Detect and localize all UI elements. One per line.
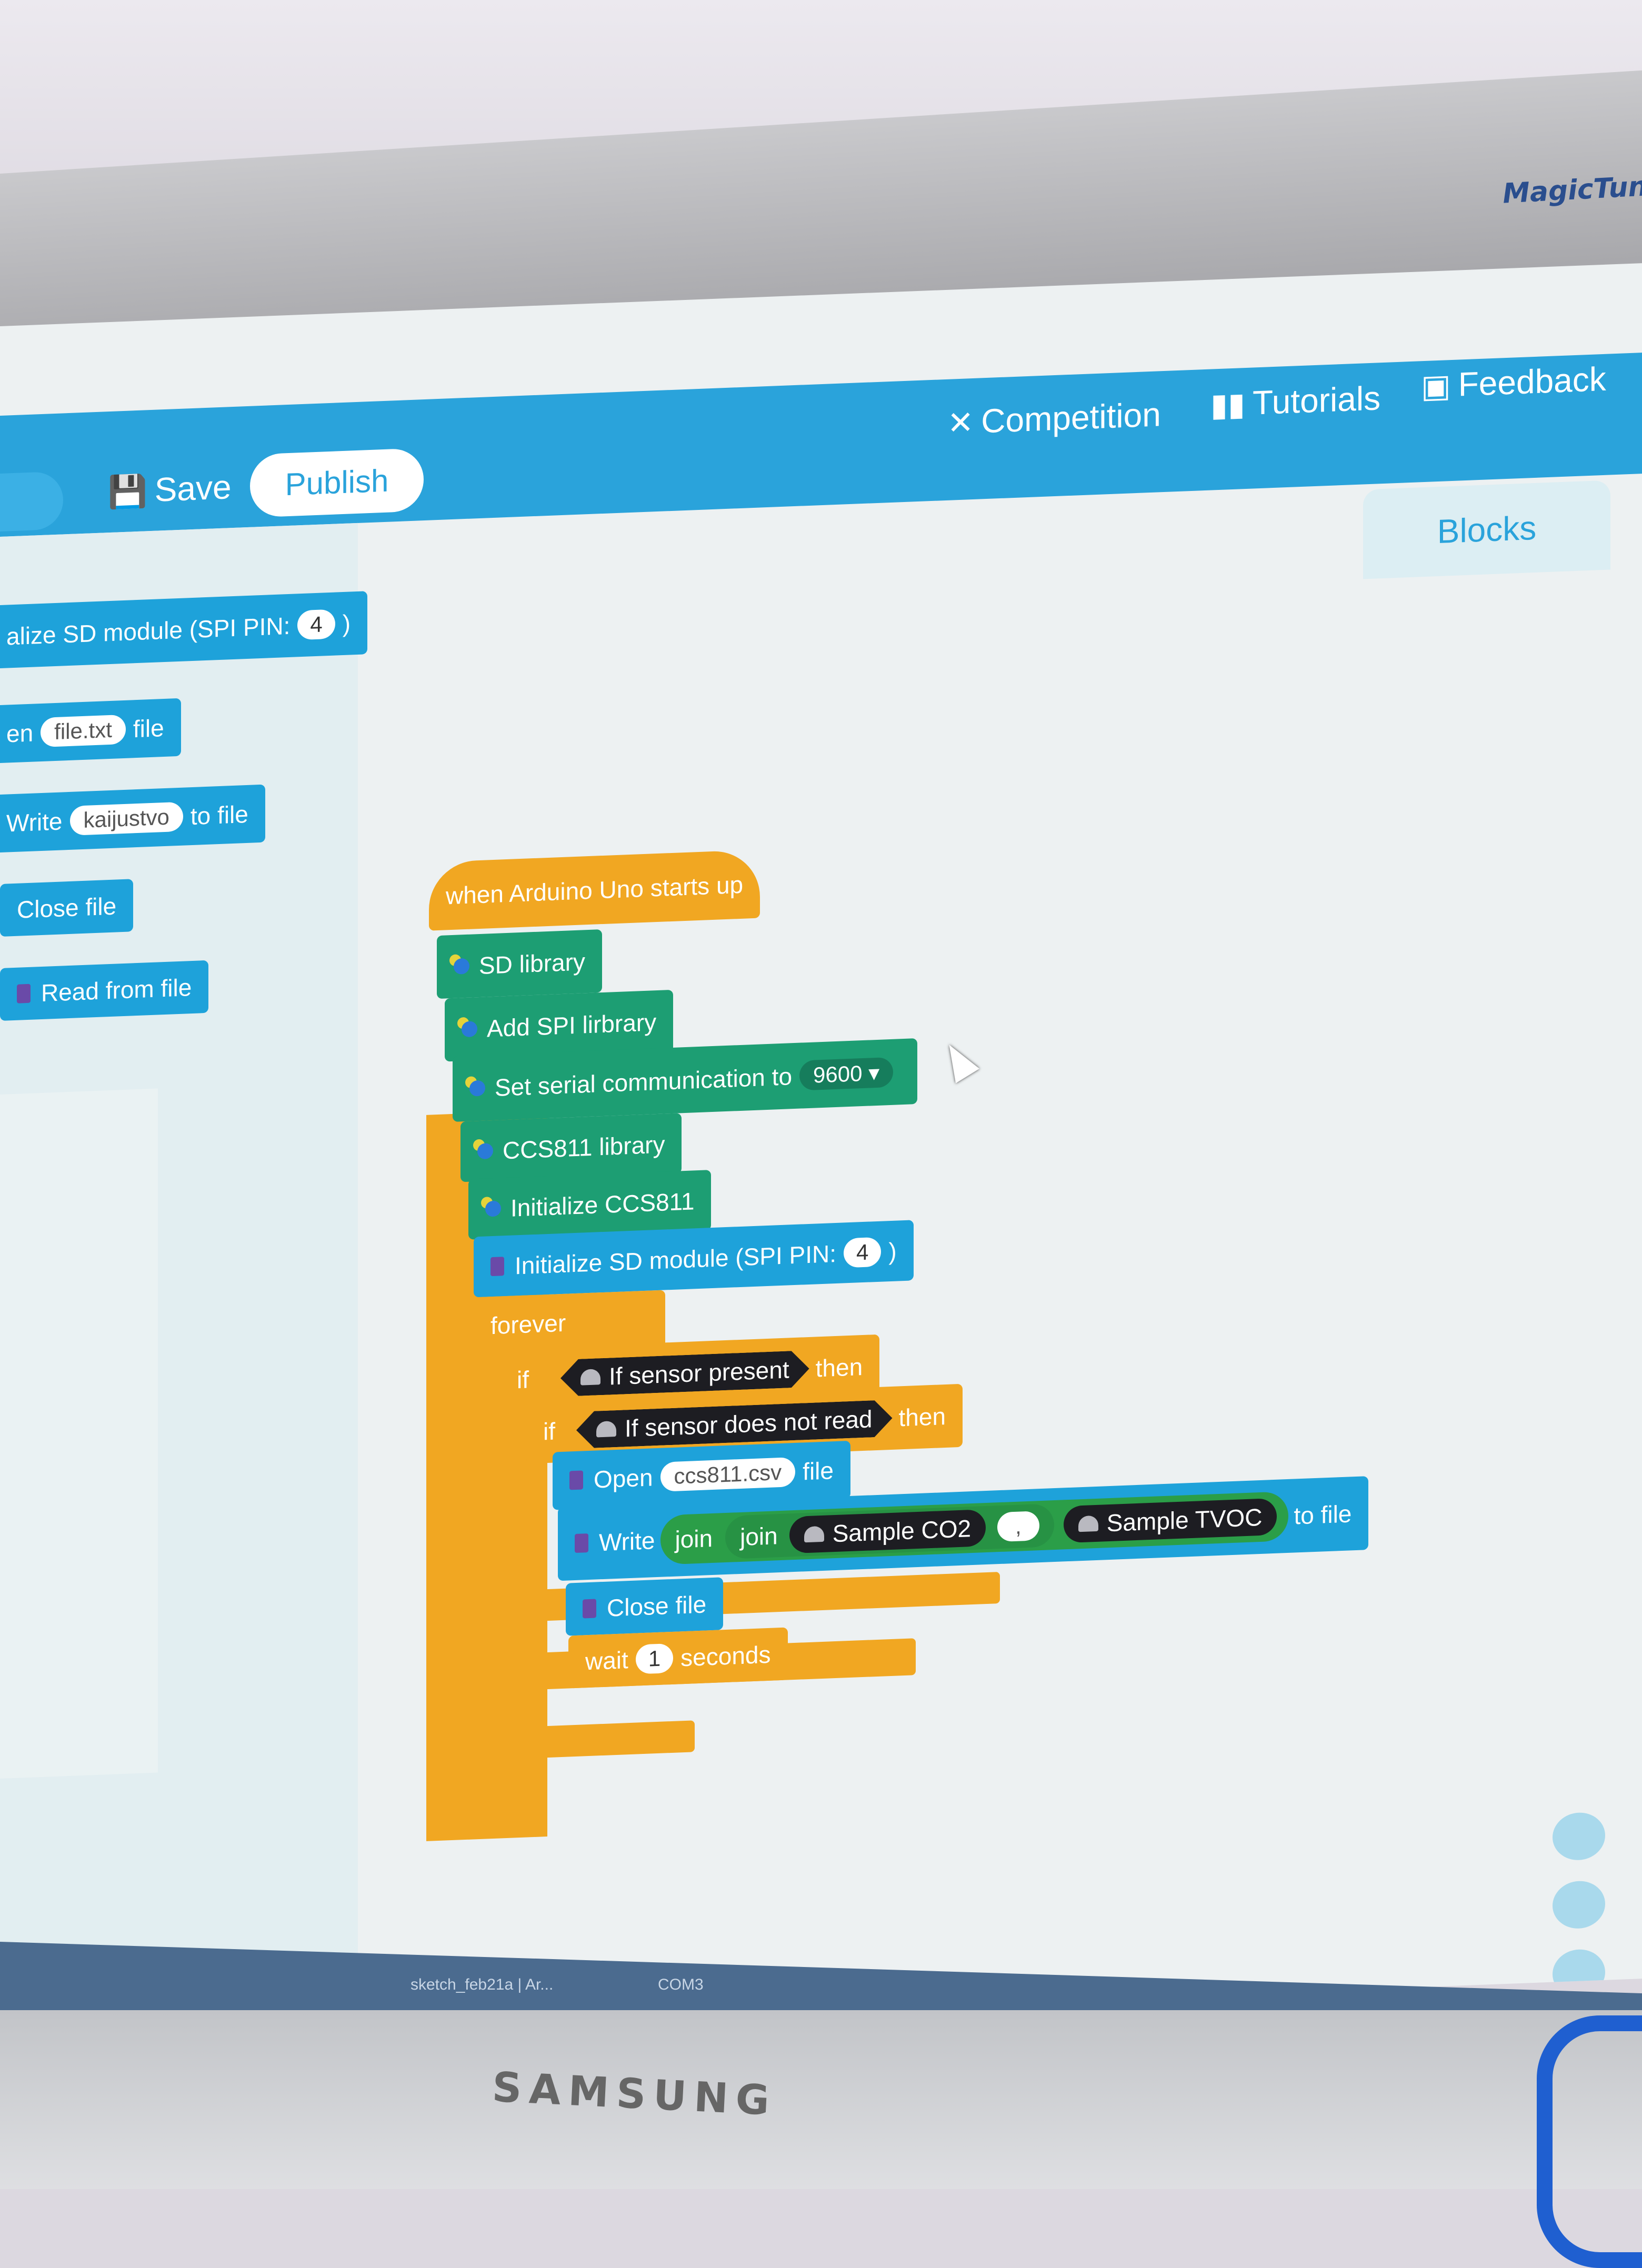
palette-write-file-block[interactable]: Write kaijustvo to file (0, 784, 265, 853)
sensor-icon (804, 1526, 824, 1543)
sd-card-icon (17, 984, 31, 1003)
gear-icon (462, 1021, 477, 1038)
when-starts-hat-block[interactable]: when Arduino Uno starts up (429, 849, 760, 931)
sensor-present-condition[interactable]: If sensor present (560, 1350, 809, 1397)
spi-pin-input[interactable]: 4 (844, 1237, 882, 1268)
palette-read-file-block[interactable]: Read from file (0, 960, 209, 1021)
separator-input[interactable]: , (997, 1511, 1039, 1542)
chat-bubble-icon: ▣ (1421, 368, 1451, 405)
taskbar-item-arduino[interactable]: sketch_feb21a | Ar... (410, 1976, 553, 1994)
sd-card-icon (575, 1533, 588, 1553)
palette-close-file-block[interactable]: Close file (0, 879, 134, 937)
sensor-icon (596, 1421, 616, 1437)
sd-library-block[interactable]: SD library (437, 929, 602, 999)
sensor-icon (1078, 1515, 1098, 1532)
baud-rate-dropdown[interactable]: 9600 ▾ (799, 1057, 894, 1091)
close-file-block[interactable]: Close file (566, 1577, 724, 1636)
competition-button[interactable]: ✕ Competition (947, 395, 1161, 442)
book-icon: ▮▮ (1210, 386, 1246, 423)
publish-button[interactable]: Publish (250, 448, 424, 518)
sd-card-icon (569, 1470, 583, 1490)
forever-end (526, 1720, 695, 1759)
save-button[interactable]: 💾 Save (108, 467, 232, 511)
zoom-in-icon[interactable] (1553, 1811, 1605, 1861)
gear-icon (454, 958, 469, 975)
mouse-cursor-icon (937, 1037, 980, 1083)
filename-input[interactable]: ccs811.csv (660, 1457, 796, 1492)
screen: 💾 Save Publish ✕ Competition ▮▮ Tutorials ▣… (0, 263, 1642, 2042)
gear-icon (469, 1080, 485, 1097)
category-list (0, 1088, 158, 1779)
competition-icon: ✕ (947, 404, 974, 441)
sample-co2-block[interactable]: Sample CO2 (789, 1509, 986, 1554)
sd-card-icon (583, 1599, 596, 1619)
usb-cable (1537, 2015, 1642, 2268)
taskbar-item-com3[interactable]: COM3 (658, 1976, 704, 1994)
floppy-disk-icon: 💾 (108, 473, 147, 510)
wait-block[interactable]: wait 1 seconds (568, 1627, 788, 1689)
wait-seconds-input[interactable]: 1 (635, 1643, 674, 1674)
palette-open-file-block[interactable]: en file.txt file (0, 698, 181, 764)
feedback-button[interactable]: ▣ Feedback (1421, 359, 1606, 406)
sensor-icon (580, 1369, 600, 1385)
monitor-bezel-bottom (0, 2010, 1642, 2189)
join-inner-block[interactable]: join Sample CO2 , (725, 1503, 1054, 1560)
gear-icon (477, 1142, 493, 1159)
zoom-out-icon[interactable] (1553, 1880, 1605, 1930)
tab-blocks[interactable]: Blocks (1363, 480, 1610, 579)
tutorials-button[interactable]: ▮▮ Tutorials (1210, 378, 1380, 424)
sd-card-icon (490, 1256, 504, 1276)
sample-tvoc-block[interactable]: Sample TVOC (1063, 1498, 1277, 1543)
gear-icon (485, 1200, 501, 1217)
join-outer-block[interactable]: join join Sample CO2 , Sample TVOC (660, 1491, 1289, 1565)
